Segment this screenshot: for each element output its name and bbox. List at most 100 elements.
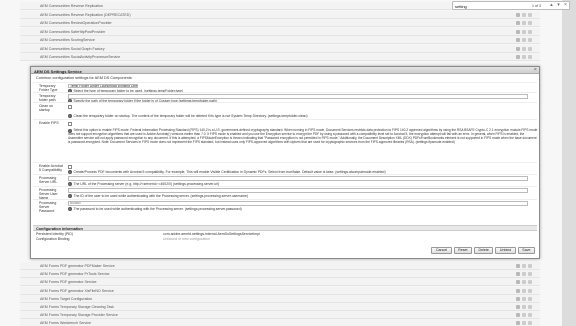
edit-icon[interactable] [522,264,526,268]
row-actions [516,46,536,51]
delete-icon[interactable] [528,321,532,326]
check-icon[interactable] [516,305,520,309]
close-icon[interactable]: × [534,67,537,74]
info-icon: i [68,169,72,174]
delete-icon[interactable] [528,29,532,34]
list-item[interactable]: AEM Communities SafeHttpPostProvider [20,27,540,36]
check-icon[interactable] [516,313,520,318]
list-item-name[interactable]: AEM Communities Reverse Replication (DEP… [40,13,131,17]
check-icon[interactable] [516,38,520,42]
edit-icon[interactable] [522,296,526,301]
list-item[interactable]: AEM Communities Reverse Replication (DEP… [20,10,540,19]
delete-icon[interactable] [528,12,532,17]
dialog-buttons: Cancel Reset Delete Unbind Save [431,247,535,254]
check-icon[interactable] [516,288,520,293]
enable-fips-checkbox[interactable] [68,122,72,126]
delete-button[interactable]: Delete [474,247,494,254]
row-processing-password: Processing Server Password ••••••••• i Th… [33,199,537,213]
unbind-button[interactable]: Unbind [495,247,516,254]
list-item-name[interactable]: AEM Forms Temporary Storage Provider Ser… [40,313,118,317]
edit-icon[interactable] [522,55,526,59]
edit-icon[interactable] [522,29,526,34]
edit-icon[interactable] [522,321,526,326]
check-icon[interactable] [516,55,520,59]
delete-icon[interactable] [528,21,532,25]
check-icon[interactable] [516,29,520,34]
row-actions [516,313,536,318]
list-item-name[interactable]: AEM Communities SafeHttpPostProvider [40,30,105,34]
list-item[interactable]: AEM Forms PDF generator PDFMaker Service [20,262,540,270]
save-button[interactable]: Save [517,247,535,254]
list-item-name[interactable]: AEM Communities SocialActivityProcessorS… [40,55,120,59]
processing-url-input[interactable] [68,176,528,181]
list-item[interactable]: AEM Communities ReviewOperationProvider [20,19,540,27]
up-arrow-icon[interactable]: ▴ [548,2,555,9]
clean-on-startup-checkbox[interactable] [68,105,72,109]
delete-icon[interactable] [528,46,532,51]
list-item[interactable]: AEM Forms PDF generator XlsFileNO Servic… [20,286,540,295]
list-item[interactable]: AEM Forms Temporary Storage Cleaning Tas… [20,303,540,311]
check-icon[interactable] [516,21,520,25]
find-input[interactable]: setting [455,4,467,9]
list-item-name[interactable]: AEM Forms PDF generator XlsFileNO Servic… [40,289,114,293]
delete-icon[interactable] [528,38,532,42]
check-icon[interactable] [516,280,520,285]
check-icon[interactable] [516,264,520,268]
delete-icon[interactable] [528,296,532,301]
close-icon[interactable]: × [562,2,569,9]
list-item-name[interactable]: AEM Forms Target Configuration [40,297,92,301]
delete-icon[interactable] [528,280,532,285]
list-item-name[interactable]: AEM Communities Social Graph Factory [40,47,105,51]
processing-user-input[interactable] [68,188,528,193]
processing-password-input[interactable]: ••••••••• [68,201,528,206]
find-bar[interactable]: setting 1 of 3 ▴ ▾ × [452,1,570,10]
list-item[interactable]: AEM Communities SocialActivityProcessorS… [20,53,540,61]
delete-icon[interactable] [528,288,532,293]
delete-icon[interactable] [528,305,532,309]
edit-icon[interactable] [522,38,526,42]
check-icon[interactable] [516,46,520,51]
delete-icon[interactable] [528,55,532,59]
list-item-name[interactable]: AEM Forms PDF generator PDFMaker Service [40,264,115,268]
check-icon[interactable] [516,321,520,326]
cancel-button[interactable]: Cancel [431,247,452,254]
delete-icon[interactable] [528,313,532,318]
edit-icon[interactable] [522,313,526,318]
acrobat-compat-label: Enable Acrobat 5 Compatibility [39,164,63,172]
list-item[interactable]: AEM Forms Temporary Storage Provider Ser… [20,311,540,320]
edit-icon[interactable] [522,21,526,25]
check-icon[interactable] [516,272,520,277]
list-item[interactable]: AEM Forms Target Configuration [20,294,540,303]
edit-icon[interactable] [522,272,526,277]
list-item-name[interactable]: AEM Forms PDF generator PrTools Service [40,272,110,276]
check-icon[interactable] [516,296,520,301]
edit-icon[interactable] [522,46,526,51]
down-arrow-icon[interactable]: ▾ [555,2,562,9]
row-actions [516,55,536,59]
list-item[interactable]: AEM Communities Social Graph Factory [20,44,540,53]
list-item-name[interactable]: AEM Forms Workbench Service [40,321,91,325]
list-item-name[interactable]: AEM Communities ReviewOperationProvider [40,21,112,25]
reset-button[interactable]: Reset [453,247,473,254]
edit-icon[interactable] [522,288,526,293]
check-icon[interactable] [516,12,520,17]
delete-icon[interactable] [528,264,532,268]
list-item[interactable]: AEM Communities ScoringService [20,36,540,44]
list-item-name[interactable]: AEM Forms PDF generator Service [40,280,97,284]
edit-icon[interactable] [522,12,526,17]
list-item-name[interactable]: AEM Communities ScoringService [40,38,95,42]
temp-folder-type-select[interactable]: Temp Folder Under Launchpad Working Dire… [68,83,138,88]
edit-icon[interactable] [522,280,526,285]
binding-value: Unbound or new configuration [163,236,210,241]
list-item-name[interactable]: AEM Forms Temporary Storage Cleaning Tas… [40,305,114,309]
list-item[interactable]: AEM Forms Workbench Service [20,319,540,326]
list-item-name[interactable]: AEM Communities Reverse Replication [40,4,103,8]
acrobat-compat-help: i Create/Process PDF documents with Acrob… [68,169,386,174]
row-actions [516,29,536,34]
list-item[interactable]: AEM Forms PDF generator PrTools Service [20,270,540,279]
clean-on-startup-help: i Clean the temporary folder on startup. … [68,114,308,118]
acrobat-compat-checkbox[interactable] [68,165,72,169]
list-item[interactable]: AEM Forms PDF generator Service [20,278,540,287]
delete-icon[interactable] [528,272,532,277]
edit-icon[interactable] [522,305,526,309]
